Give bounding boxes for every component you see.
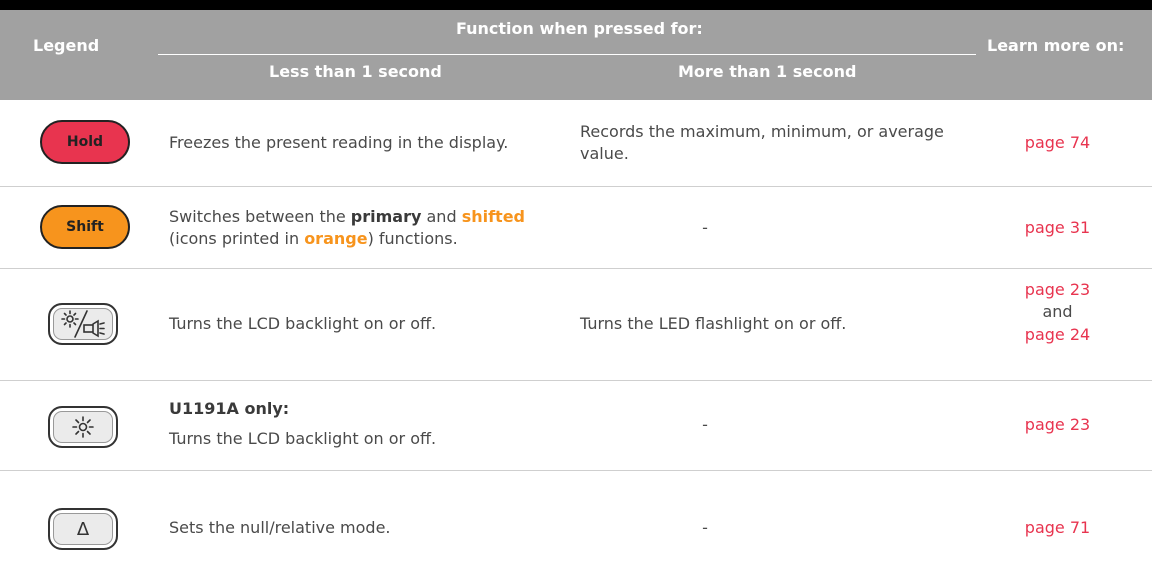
and-text: and — [1042, 302, 1073, 321]
more-than-1s-text: Turns the LED flashlight on or off. — [580, 314, 847, 333]
table-row: Shift Switches between the primary and s… — [0, 187, 1152, 269]
hold-key-icon: Hold — [40, 120, 130, 164]
less-than-1s-text: Sets the null/relative mode. — [169, 518, 391, 537]
less-than-1s-text: Freezes the present reading in the displ… — [169, 133, 509, 152]
text-part: (icons printed in — [169, 229, 305, 248]
header-legend: Legend — [33, 36, 100, 55]
more-than-1s-text: Records the maximum, minimum, or average… — [580, 122, 944, 163]
table-header: Legend Function when pressed for: Less t… — [0, 10, 1152, 100]
page-link[interactable]: page 74 — [990, 132, 1125, 154]
backlight-icon — [72, 416, 94, 438]
less-than-1s-text: Turns the LCD backlight on or off. — [169, 314, 437, 333]
shifted-text: shifted — [461, 207, 525, 226]
less-than-1s-text: Switches between the primary and shifted… — [169, 206, 589, 250]
header-more: More than 1 second — [678, 62, 857, 81]
table-row: Δ Sets the null/relative mode. - page 71 — [0, 471, 1152, 579]
header-divider — [158, 54, 976, 55]
primary-text: primary — [350, 207, 422, 226]
page-link[interactable]: page 24 — [990, 324, 1125, 346]
more-than-1s-text: - — [702, 415, 708, 434]
less-than-1s-text: Turns the LCD backlight on or off. — [169, 429, 437, 448]
top-rule — [0, 0, 1152, 10]
backlight-flashlight-icon — [61, 310, 105, 338]
table-row: Hold Freezes the present reading in the … — [0, 100, 1152, 187]
more-than-1s-text: - — [702, 518, 708, 537]
page-link[interactable]: page 31 — [990, 217, 1125, 239]
header-function: Function when pressed for: — [456, 19, 703, 38]
delta-icon: Δ — [76, 518, 90, 540]
header-learn-more: Learn more on: — [987, 36, 1125, 55]
table-row: U1191A only: Turns the LCD backlight on … — [0, 381, 1152, 471]
orange-text: orange — [304, 229, 368, 248]
delta-key-icon: Δ — [48, 508, 118, 550]
table-row: Turns the LCD backlight on or off. Turns… — [0, 269, 1152, 381]
more-than-1s-text: - — [702, 218, 708, 237]
page-link[interactable]: page 23 — [990, 414, 1125, 436]
page-link[interactable]: page 23 — [990, 279, 1125, 301]
header-less: Less than 1 second — [269, 62, 442, 81]
backlight-flashlight-key-icon — [48, 303, 118, 345]
shift-key-icon: Shift — [40, 205, 130, 249]
text-part: Switches between the — [169, 207, 351, 226]
model-note: U1191A only: — [169, 399, 290, 418]
text-part: ) functions. — [367, 229, 458, 248]
backlight-key-icon — [48, 406, 118, 448]
text-part: and — [421, 207, 462, 226]
page-link[interactable]: page 71 — [990, 517, 1125, 539]
